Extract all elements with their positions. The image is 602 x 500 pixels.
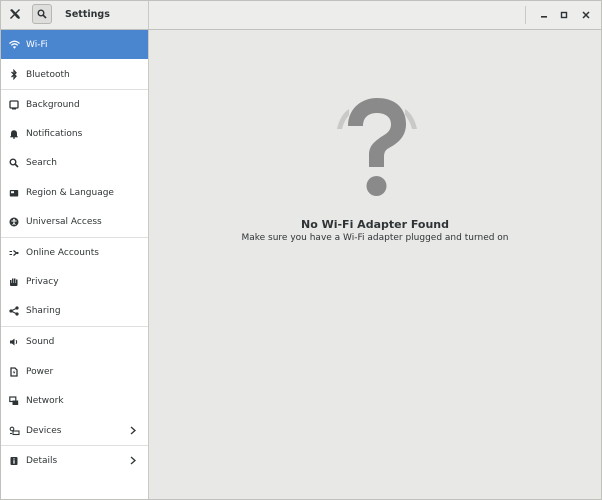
header-bar: Settings [1, 1, 601, 30]
sidebar-item-devices[interactable]: Devices [1, 416, 148, 445]
sidebar-item-label: Search [26, 157, 57, 168]
search-icon [8, 157, 20, 169]
power-icon [8, 366, 20, 378]
sidebar-item-sound[interactable]: Sound [1, 327, 148, 356]
sidebar-item-power[interactable]: Power [1, 357, 148, 386]
share-icon [8, 305, 20, 317]
sidebar-item-details[interactable]: Details [1, 446, 148, 475]
sidebar-item-wifi[interactable]: Wi-Fi [1, 30, 148, 59]
header-left: Settings [1, 1, 149, 29]
sidebar-item-label: Online Accounts [26, 247, 99, 258]
minimize-icon [541, 16, 547, 18]
window-title: Settings [65, 9, 110, 20]
sidebar-item-sharing[interactable]: Sharing [1, 296, 148, 325]
sidebar-item-label: Details [26, 455, 58, 466]
sidebar-item-label: Devices [26, 425, 62, 436]
background-icon [8, 99, 20, 111]
close-icon [582, 11, 590, 19]
sidebar-item-label: Universal Access [26, 216, 102, 227]
sidebar-item-label: Notifications [26, 128, 83, 139]
wifi-icon [8, 39, 20, 51]
bluetooth-icon [8, 69, 20, 81]
sidebar-item-privacy[interactable]: Privacy [1, 267, 148, 296]
maximize-icon [560, 11, 568, 19]
network-icon [8, 395, 20, 407]
sidebar-item-label: Sound [26, 336, 55, 347]
sidebar-item-universal-access[interactable]: Universal Access [1, 207, 148, 236]
header-right [149, 1, 601, 29]
info-icon [8, 455, 20, 467]
online-accounts-icon [8, 247, 20, 259]
tools-icon [10, 9, 20, 19]
chevron-right-icon [128, 455, 138, 465]
tools-button[interactable] [6, 5, 24, 23]
sidebar-item-network[interactable]: Network [1, 386, 148, 415]
close-button[interactable] [577, 6, 595, 24]
sidebar-item-label: Background [26, 99, 80, 110]
speaker-icon [8, 336, 20, 348]
sidebar-item-search[interactable]: Search [1, 148, 148, 177]
search-button[interactable] [32, 4, 52, 24]
sidebar-item-label: Network [26, 395, 64, 406]
sidebar-item-label: Bluetooth [26, 69, 70, 80]
sidebar-item-label: Wi-Fi [26, 39, 48, 50]
settings-window: Settings Wi-Fi Bluetooth Background Noti… [0, 0, 602, 500]
accessibility-icon [8, 216, 20, 228]
sidebar-item-label: Region & Language [26, 187, 114, 198]
sidebar-item-background[interactable]: Background [1, 90, 148, 119]
sidebar-item-label: Power [26, 366, 54, 377]
chevron-right-icon [128, 425, 138, 435]
main-panel: No Wi-Fi Adapter Found Make sure you hav… [149, 30, 601, 499]
maximize-button[interactable] [555, 6, 573, 24]
header-separator [525, 6, 526, 24]
search-icon [37, 9, 47, 19]
sidebar-item-label: Privacy [26, 276, 59, 287]
sidebar-item-notifications[interactable]: Notifications [1, 119, 148, 148]
empty-state-subtitle: Make sure you have a Wi-Fi adapter plugg… [241, 233, 509, 243]
bell-icon [8, 128, 20, 140]
question-mark-icon [337, 98, 417, 196]
sidebar: Wi-Fi Bluetooth Background Notifications… [1, 30, 149, 499]
sidebar-item-label: Sharing [26, 305, 61, 316]
privacy-icon [8, 276, 20, 288]
region-icon [8, 187, 20, 199]
devices-icon [8, 425, 20, 437]
minimize-button[interactable] [535, 6, 553, 24]
sidebar-item-online-accounts[interactable]: Online Accounts [1, 238, 148, 267]
empty-state-title: No Wi-Fi Adapter Found [301, 218, 449, 231]
sidebar-item-region-language[interactable]: Region & Language [1, 178, 148, 207]
sidebar-item-bluetooth[interactable]: Bluetooth [1, 60, 148, 89]
